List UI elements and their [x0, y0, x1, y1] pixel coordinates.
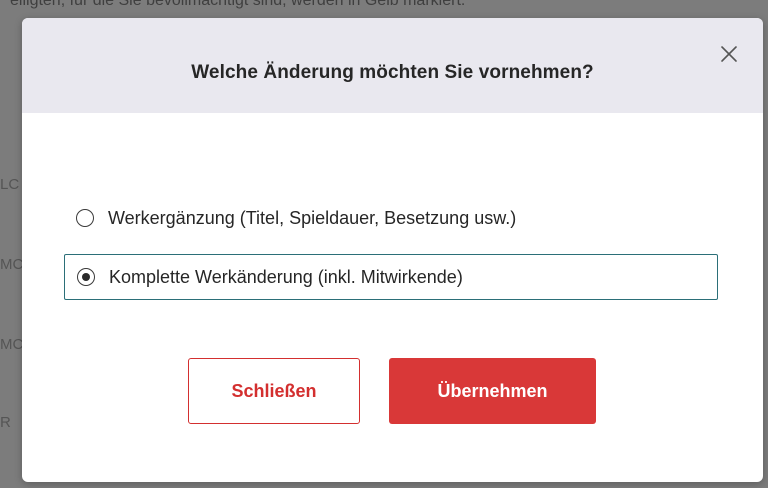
dialog-title: Welche Änderung möchten Sie vornehmen?	[191, 62, 594, 83]
dialog-header: Welche Änderung möchten Sie vornehmen?	[22, 18, 763, 113]
background-fragment: MC	[0, 256, 24, 273]
option-work-supplement[interactable]: Werkergänzung (Titel, Spieldauer, Besetz…	[64, 195, 718, 241]
radio-checked[interactable]	[77, 268, 95, 286]
background-fragment: R	[0, 414, 11, 431]
radio-unchecked[interactable]	[76, 209, 94, 227]
option-complete-work-change[interactable]: Komplette Werkänderung (inkl. Mitwirkend…	[64, 254, 718, 300]
option-label: Komplette Werkänderung (inkl. Mitwirkend…	[109, 266, 463, 287]
background-fragment: MC	[0, 336, 24, 353]
background-hint-text: eiligten, für die Sie bevollmächtigt sin…	[10, 0, 466, 9]
background-fragment: LC	[0, 176, 20, 193]
close-icon[interactable]	[719, 44, 739, 64]
close-button[interactable]: Schließen	[188, 358, 360, 424]
change-type-dialog: Welche Änderung möchten Sie vornehmen? W…	[22, 18, 763, 482]
apply-button[interactable]: Übernehmen	[389, 358, 596, 424]
radio-dot	[81, 272, 90, 281]
option-label: Werkergänzung (Titel, Spieldauer, Besetz…	[108, 207, 517, 228]
